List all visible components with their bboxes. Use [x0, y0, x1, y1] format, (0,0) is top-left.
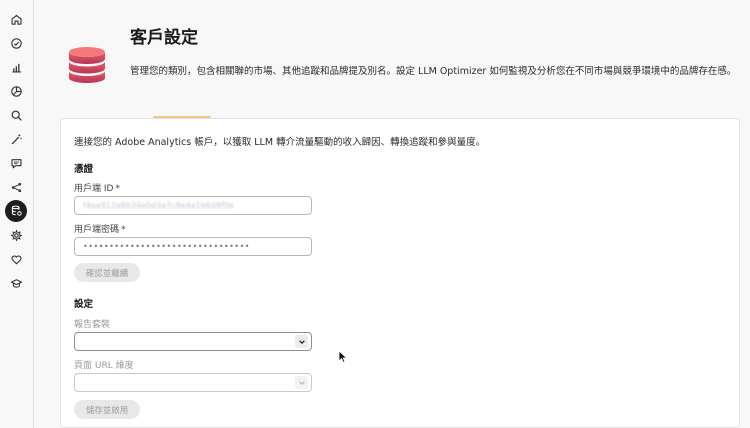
graduation-cap-icon — [10, 275, 23, 294]
required-marker: * — [121, 225, 126, 235]
report-suite-select[interactable] — [74, 332, 312, 351]
customer-config-icon — [10, 202, 23, 221]
app-window: 客戶設定 管理您的類別，包含相關聯的市場、其他追蹤和品牌提及別名。設定 LLM … — [0, 0, 750, 428]
search-icon — [10, 107, 23, 126]
heart-icon — [10, 251, 23, 270]
client-secret-label-text: 用戶端密碼 — [74, 225, 120, 235]
nav-favorites[interactable] — [5, 249, 27, 271]
bar-chart-icon — [10, 59, 23, 78]
nav-customer-config[interactable] — [5, 200, 27, 222]
main-content: 客戶設定 管理您的類別，包含相關聯的市場、其他追蹤和品牌提及別名。設定 LLM … — [35, 0, 750, 428]
magic-wand-icon — [10, 131, 23, 150]
client-id-input[interactable]: f4ea912a8b34e0d3a7c8e4a1b6d9f0e — [74, 196, 312, 215]
save-activate-button[interactable]: 儲存並啟用 — [74, 400, 140, 419]
client-id-value: f4ea912a8b34e0d3a7c8e4a1b6d9f0e — [83, 201, 234, 210]
nav-learn[interactable] — [5, 273, 27, 295]
client-id-label: 用戶端 ID * — [74, 181, 120, 194]
share-icon — [10, 179, 23, 198]
client-secret-input[interactable]: •••••••••••••••••••••••••••••••• — [74, 237, 312, 256]
credentials-heading: 憑證 — [74, 164, 94, 175]
chevron-down-icon[interactable] — [295, 376, 308, 389]
page-url-dimension-select[interactable] — [74, 373, 312, 392]
check-circle-icon — [10, 35, 23, 54]
nav-referrals[interactable] — [5, 177, 27, 199]
nav-search[interactable] — [5, 105, 27, 127]
nav-share-of-voice[interactable] — [5, 81, 27, 103]
settings-heading: 設定 — [74, 299, 94, 310]
nav-settings[interactable] — [5, 225, 27, 247]
gear-icon — [10, 227, 23, 246]
nav-overview[interactable] — [5, 33, 27, 55]
nav-home[interactable] — [5, 9, 27, 31]
report-suite-label: 報告套裝 — [74, 320, 111, 330]
chevron-down-icon[interactable] — [295, 335, 308, 348]
left-nav-rail — [0, 0, 34, 428]
chat-icon — [10, 155, 23, 174]
pie-chart-icon — [10, 83, 23, 102]
client-secret-label: 用戶端密碼 * — [74, 222, 126, 235]
client-secret-value: •••••••••••••••••••••••••••••••• — [83, 242, 250, 251]
analytics-connection-card: 連接您的 Adobe Analytics 帳戶，以獲取 LLM 轉介流量驅動的收… — [60, 118, 740, 428]
nav-prompts[interactable] — [5, 153, 27, 175]
verify-continue-button[interactable]: 確認並繼續 — [74, 263, 140, 282]
mouse-cursor-icon — [338, 350, 348, 364]
page-description: 管理您的類別，包含相關聯的市場、其他追蹤和品牌提及別名。設定 LLM Optim… — [130, 66, 737, 77]
page-title: 客戶設定 — [130, 28, 198, 48]
page-url-dimension-label: 頁面 URL 維度 — [74, 361, 134, 371]
nav-opportunities[interactable] — [5, 129, 27, 151]
client-id-label-text: 用戶端 ID — [74, 184, 114, 194]
home-icon — [10, 11, 23, 30]
required-marker: * — [115, 184, 120, 194]
card-intro-text: 連接您的 Adobe Analytics 帳戶，以獲取 LLM 轉介流量驅動的收… — [74, 137, 486, 148]
database-stack-icon — [69, 47, 105, 83]
nav-analytics[interactable] — [5, 57, 27, 79]
